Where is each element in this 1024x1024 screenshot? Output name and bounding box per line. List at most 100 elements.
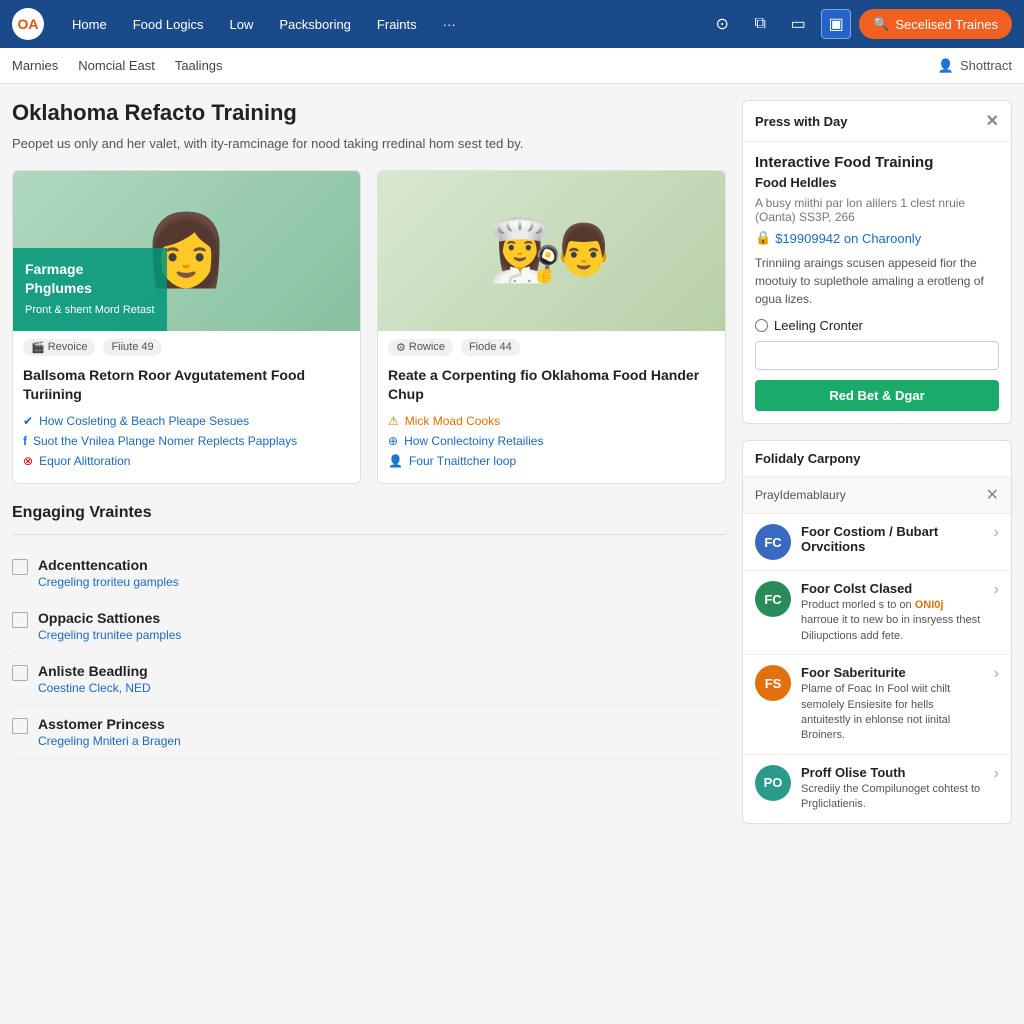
profile-item-0[interactable]: FC Foor Costiom / Bubart Orvcitions › <box>743 514 1011 571</box>
cards-grid: 👩 Farmage Phglumes Pront & shent Mord Re… <box>12 170 726 484</box>
panel-close-button[interactable]: ✕ <box>986 111 999 131</box>
item-title-1: Oppacic Sattiones <box>38 610 181 626</box>
list-item-1: Oppacic Sattiones Cregeling trunitee pam… <box>12 600 726 653</box>
card-2-badges: ⚙ Rowice Fiode 44 <box>378 331 725 360</box>
nav-food-logics[interactable]: Food Logics <box>121 11 216 38</box>
item-title-3: Asstomer Princess <box>38 716 181 732</box>
item-sub-3: Cregeling Mniteri a Bragen <box>38 734 181 748</box>
panel-price: 🔒 $19909942 on Charoonly <box>755 230 999 246</box>
badge-icon-1: 🎬 <box>31 341 45 354</box>
card-2-photo: 👩‍🍳 👨 <box>378 171 725 331</box>
card-2-link-3[interactable]: 👤 Four Tnaittcher loop <box>388 451 715 471</box>
nav-more[interactable]: ··· <box>431 11 468 38</box>
page-subtitle: Peopet us only and her valet, with ity-r… <box>12 134 726 154</box>
profile-text-1: Foor Colst Clased Product morled s to on… <box>801 581 984 644</box>
check-icon: ✔ <box>23 414 33 428</box>
panel-header-title: Press with Day <box>755 114 848 129</box>
top-nav: OA Home Food Logics Low Packsboring Frai… <box>0 0 1024 48</box>
chevron-icon-3: › <box>994 765 999 783</box>
card-2: 👩‍🍳 👨 ⚙ Rowice Fiode 44 Reate a Corpenti… <box>377 170 726 484</box>
panel-interactive: Press with Day ✕ Interactive Food Traini… <box>742 100 1012 424</box>
card-2-link-2[interactable]: ⊕ How Conlectoiny Retailies <box>388 431 715 451</box>
checkbox-1[interactable] <box>12 612 28 628</box>
main-layout: Oklahoma Refacto Training Peopet us only… <box>0 84 1024 856</box>
engaging-section: Engaging Vraintes Adcenttencation Cregel… <box>12 504 726 759</box>
highlight-text-1: ONI0j <box>915 599 944 611</box>
avatar-0: FC <box>755 524 791 560</box>
panel-action-button[interactable]: Red Bet & Dgar <box>755 380 999 411</box>
nav-rect-icon[interactable]: ▭ <box>783 9 813 39</box>
sec-nav-taalings[interactable]: Taalings <box>175 58 223 73</box>
panel-header: Press with Day ✕ <box>743 101 1011 142</box>
panel-2-title: Folidaly Carpony <box>755 451 860 466</box>
subpanel-close-button[interactable]: ✕ <box>986 485 999 505</box>
card-1-badge-1: 🎬 Revoice <box>23 339 95 356</box>
item-sub-1: Cregeling trunitee pamples <box>38 628 181 642</box>
profile-text-0: Foor Costiom / Bubart Orvcitions <box>801 524 984 556</box>
lock-icon: 🔒 <box>755 230 771 246</box>
logo: OA <box>12 8 44 40</box>
panel-body: Interactive Food Training Food Heldles A… <box>743 142 1011 423</box>
card-2-link-1[interactable]: ⚠ Mick Moad Cooks <box>388 411 715 431</box>
item-sub-2: Coestine Cleck, NED <box>38 681 151 695</box>
list-item-0: Adcenttencation Cregeling troriteu gampl… <box>12 547 726 600</box>
avatar-3: PO <box>755 765 791 801</box>
warning-icon: ⚠ <box>388 414 399 428</box>
card-2-links: ⚠ Mick Moad Cooks ⊕ How Conlectoiny Reta… <box>388 411 715 471</box>
checkbox-2[interactable] <box>12 665 28 681</box>
sec-nav-nomcial[interactable]: Nomcial East <box>78 58 155 73</box>
nav-fraints[interactable]: Fraints <box>365 11 429 38</box>
card-1-title: Ballsoma Retorn Roor Avgutatement Food T… <box>23 366 350 405</box>
nav-square-icon[interactable]: ▣ <box>821 9 851 39</box>
panel-desc-small: A busy miithi par lon alilers 1 clest nr… <box>755 196 999 224</box>
nav-low[interactable]: Low <box>218 11 266 38</box>
profile-item-2[interactable]: FS Foor Saberiturite Plame of Foac In Fo… <box>743 655 1011 755</box>
item-title-0: Adcenttencation <box>38 557 179 573</box>
engaging-title: Engaging Vraintes <box>12 504 726 522</box>
profile-name-0: Foor Costiom / Bubart Orvcitions <box>801 524 984 554</box>
nav-packsboring[interactable]: Packsboring <box>267 11 363 38</box>
profile-desc-3: Scrediiy the Compilunoget cohtest to Prg… <box>801 782 984 813</box>
card-1-link-3[interactable]: ⊗ Equor Alittoration <box>23 451 350 471</box>
nav-circle-icon[interactable]: ⊙ <box>707 9 737 39</box>
panel-training-desc: Trinniing araings scusen appeseid fior t… <box>755 254 999 308</box>
nav-copy-icon[interactable]: ⧉ <box>745 9 775 39</box>
nav-links: Home Food Logics Low Packsboring Fraints… <box>60 11 703 38</box>
list-item-3: Asstomer Princess Cregeling Mniteri a Br… <box>12 706 726 759</box>
person-icon-2: 👩‍🍳 <box>488 215 563 286</box>
list-item-content-1: Oppacic Sattiones Cregeling trunitee pam… <box>38 610 181 642</box>
profile-text-3: Proff Olise Touth Scrediiy the Compiluno… <box>801 765 984 813</box>
page-title: Oklahoma Refacto Training <box>12 100 726 126</box>
globe-icon: ⊕ <box>388 434 398 448</box>
list-item-content-2: Anliste Beadling Coestine Cleck, NED <box>38 663 151 695</box>
subpanel-header: PrayIdemablaury ✕ <box>743 477 1011 514</box>
profile-item-1[interactable]: FC Foor Colst Clased Product morled s to… <box>743 571 1011 655</box>
profile-name-3: Proff Olise Touth <box>801 765 984 780</box>
profile-name-2: Foor Saberiturite <box>801 665 984 680</box>
cross-icon: ⊗ <box>23 454 33 468</box>
checkbox-3[interactable] <box>12 718 28 734</box>
card-1-badge-2: Fiiute 49 <box>103 339 161 356</box>
card-2-title: Reate a Corpenting fio Oklahoma Food Han… <box>388 366 715 405</box>
card-1-overlay: Farmage Phglumes Pront & shent Mord Reta… <box>13 248 167 331</box>
profile-name-1: Foor Colst Clased <box>801 581 984 596</box>
profile-item-3[interactable]: PO Proff Olise Touth Scrediiy the Compil… <box>743 755 1011 823</box>
left-content: Oklahoma Refacto Training Peopet us only… <box>12 100 726 840</box>
sec-nav-marnies[interactable]: Marnies <box>12 58 58 73</box>
list-item-content-3: Asstomer Princess Cregeling Mniteri a Br… <box>38 716 181 748</box>
engaging-list: Adcenttencation Cregeling troriteu gampl… <box>12 547 726 759</box>
profile-text-2: Foor Saberiturite Plame of Foac In Fool … <box>801 665 984 744</box>
profile-desc-2: Plame of Foac In Fool wiit chilt semolel… <box>801 682 984 744</box>
search-button[interactable]: 🔍 Secelised Traines <box>859 9 1012 39</box>
panel-radio-label: Leeling Cronter <box>774 318 863 333</box>
panel-radio-row: Leeling Cronter <box>755 318 999 333</box>
card-1-link-1[interactable]: ✔ How Cosleting & Beach Pleape Sesues <box>23 411 350 431</box>
card-2-badge-1: ⚙ Rowice <box>388 339 453 356</box>
card-2-badge-2: Fiode 44 <box>461 339 520 356</box>
nav-home[interactable]: Home <box>60 11 119 38</box>
panel-text-input[interactable] <box>755 341 999 370</box>
nav-icon-group: ⊙ ⧉ ▭ ▣ 🔍 Secelised Traines <box>707 9 1012 39</box>
checkbox-0[interactable] <box>12 559 28 575</box>
panel-radio-input[interactable] <box>755 319 768 332</box>
card-1-link-2[interactable]: f Suot the Vnilea Plange Nomer Replects … <box>23 431 350 451</box>
